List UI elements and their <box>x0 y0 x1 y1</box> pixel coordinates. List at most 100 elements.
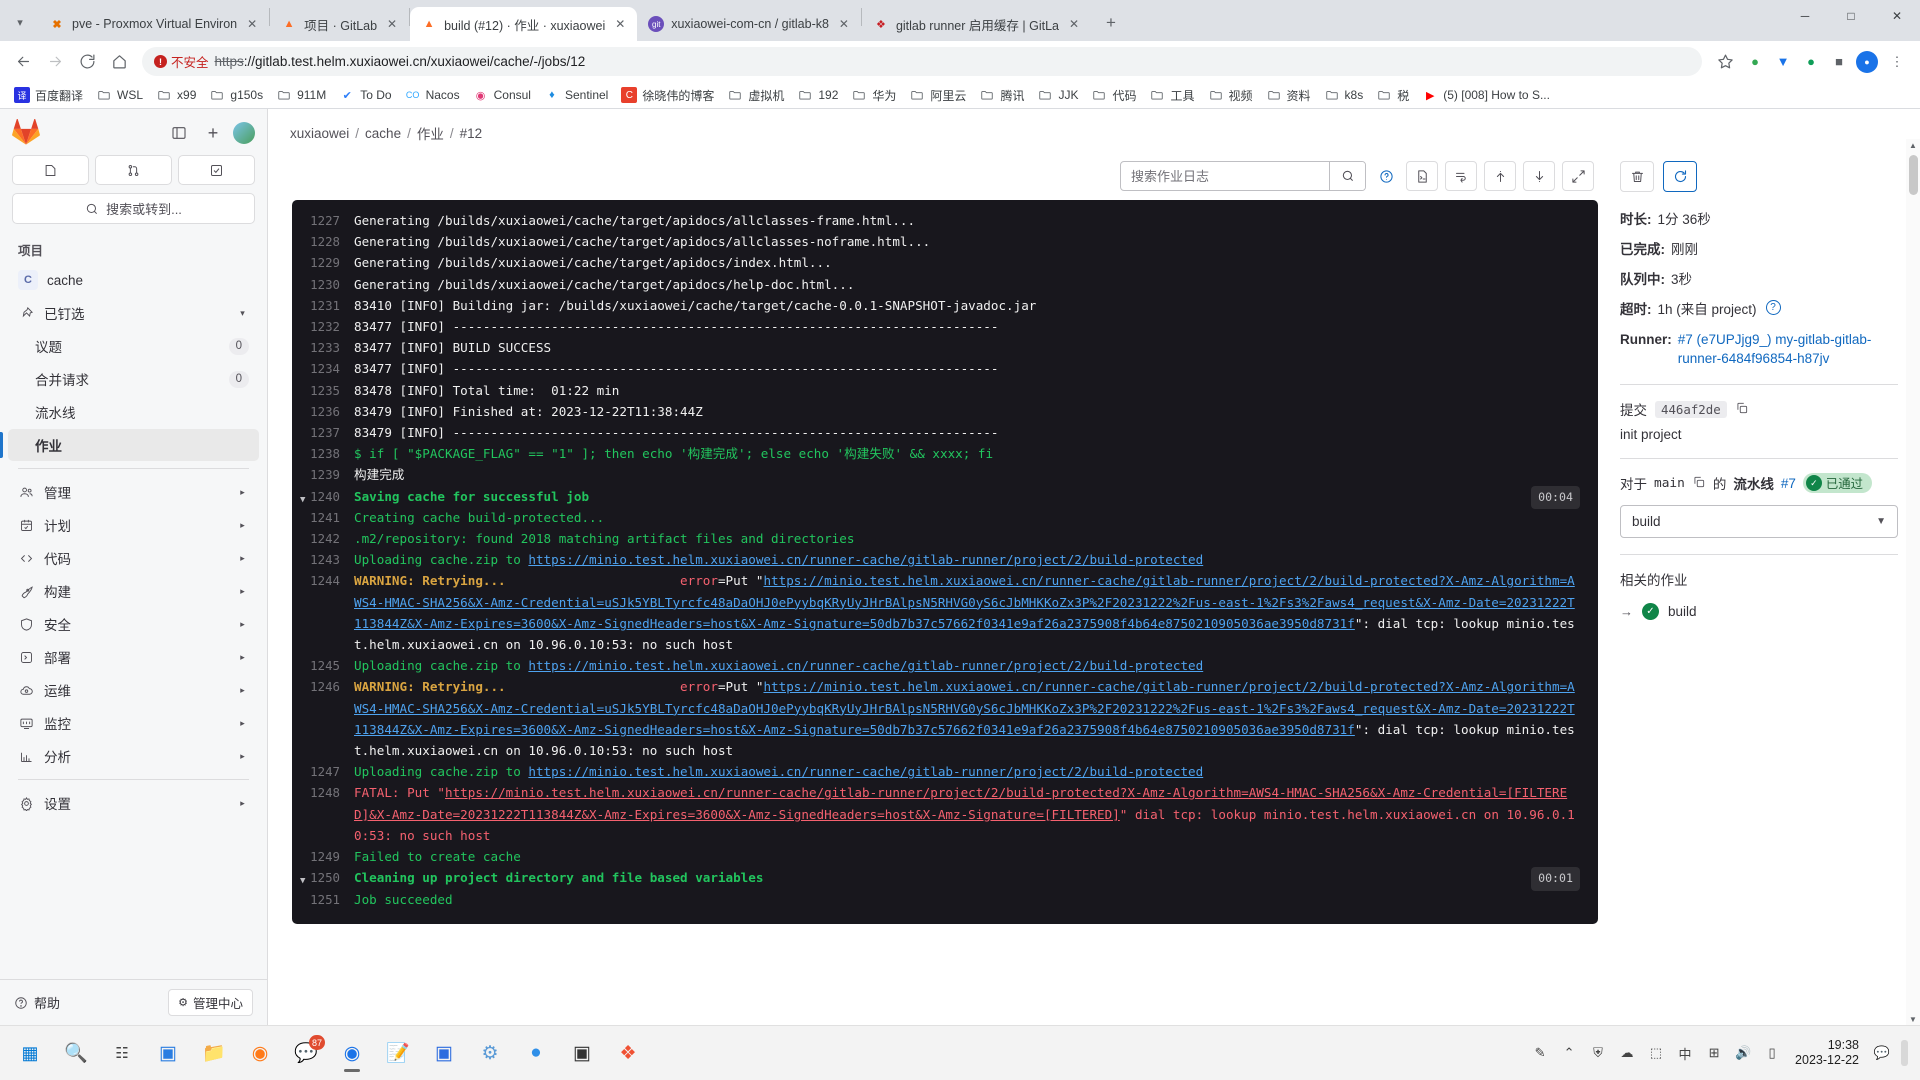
home-icon[interactable] <box>104 47 134 77</box>
pipeline-number-link[interactable]: #7 <box>1781 476 1796 491</box>
log-line-section[interactable]: ▼ 1240 Saving cache for successful job 0… <box>292 485 1598 509</box>
sidebar-item-operate[interactable]: 运维 ▸ <box>8 674 259 706</box>
breadcrumb-item-project[interactable]: cache <box>365 126 401 141</box>
bookmark-item[interactable]: 腾讯 <box>973 84 1030 107</box>
stage-select[interactable]: build ▼ <box>1620 505 1898 538</box>
browser-tab-3[interactable]: git xuxiaowei-com-cn / gitlab-k8 ✕ <box>637 7 861 41</box>
sidebar-item-code[interactable]: 代码 ▸ <box>8 542 259 574</box>
bookmark-item[interactable]: C 徐晓伟的博客 <box>615 84 720 107</box>
todos-quick-button[interactable] <box>178 155 255 185</box>
sidebar-item-issues[interactable]: 议题 0 <box>8 330 259 362</box>
browser-tab-1[interactable]: ▲ 项目 · GitLab ✕ <box>270 7 409 41</box>
search-input[interactable] <box>1121 162 1329 190</box>
create-new-icon[interactable]: + <box>199 119 227 147</box>
extensions-puzzle-icon[interactable]: ■ <box>1826 49 1852 75</box>
bookmark-item[interactable]: 税 <box>1370 84 1415 107</box>
bookmark-item[interactable]: WSL <box>90 84 149 106</box>
scroll-to-bottom-button[interactable] <box>1523 161 1555 191</box>
close-icon[interactable]: ✕ <box>244 16 260 32</box>
page-scrollbar[interactable]: ▲ ▼ <box>1906 139 1920 1025</box>
network-icon[interactable]: ⊞ <box>1704 1043 1724 1063</box>
shield-icon[interactable]: ⛨ <box>1588 1043 1608 1063</box>
idea-button[interactable]: ▣ <box>422 1031 466 1075</box>
search-button[interactable]: 🔍 <box>54 1031 98 1075</box>
bookmark-item[interactable]: 911M <box>270 84 332 106</box>
retry-job-button[interactable] <box>1663 161 1697 192</box>
bookmark-item[interactable]: k8s <box>1318 84 1370 106</box>
chrome-button[interactable]: ◉ <box>330 1031 374 1075</box>
address-bar[interactable]: ! 不安全 https://gitlab.test.helm.xuxiaowei… <box>142 47 1702 76</box>
copy-icon[interactable] <box>1735 401 1749 418</box>
bookmark-item[interactable]: ▶ (5) [008] How to S... <box>1416 84 1556 106</box>
sidebar-item-pinned[interactable]: 已钉选 ▾ <box>8 297 259 329</box>
sidebar-item-jobs[interactable]: 作业 <box>0 429 259 461</box>
close-icon[interactable]: ✕ <box>612 16 628 32</box>
browser-tab-2[interactable]: ▲ build (#12) · 作业 · xuxiaowei ✕ <box>410 7 638 41</box>
help-button[interactable]: 帮助 <box>14 993 60 1012</box>
copy-icon[interactable] <box>1692 475 1706 492</box>
sidebar-item-analyze[interactable]: 分析 ▸ <box>8 740 259 772</box>
admin-center-button[interactable]: ⚙ 管理中心 <box>168 989 253 1016</box>
wechat-button[interactable]: 💬 87 <box>284 1031 328 1075</box>
git-button[interactable]: ❖ <box>606 1031 650 1075</box>
sidebar-item-deploy[interactable]: 部署 ▸ <box>8 641 259 673</box>
back-arrow-icon[interactable] <box>8 47 38 77</box>
task-view-button[interactable]: ☷ <box>100 1031 144 1075</box>
related-job-item[interactable]: → ✓ build <box>1620 603 1898 620</box>
sidebar-search-button[interactable]: 搜索或转到... <box>12 193 255 224</box>
sidebar-item-monitor[interactable]: 监控 ▸ <box>8 707 259 739</box>
new-tab-button[interactable]: + <box>1097 9 1125 37</box>
cache-upload-link[interactable]: https://minio.test.helm.xuxiaowei.cn/run… <box>528 658 1203 673</box>
commit-sha[interactable]: 446af2de <box>1655 400 1727 418</box>
scrollbar-thumb[interactable] <box>1909 155 1918 195</box>
collapse-sidebar-icon[interactable] <box>165 119 193 147</box>
settings-button[interactable]: ⚙ <box>468 1031 512 1075</box>
scroll-up-arrow-icon[interactable]: ▲ <box>1907 139 1919 151</box>
gitlab-logo[interactable] <box>12 118 40 147</box>
taskbar-clock[interactable]: 19:38 2023-12-22 <box>1791 1038 1863 1068</box>
bookmark-item[interactable]: 192 <box>791 84 844 106</box>
sidebar-item-build[interactable]: 构建 ▸ <box>8 575 259 607</box>
help-button[interactable] <box>1373 161 1399 191</box>
close-icon[interactable]: ✕ <box>384 16 400 32</box>
breadcrumb-item-namespace[interactable]: xuxiaowei <box>290 126 349 141</box>
issues-quick-button[interactable] <box>12 155 89 185</box>
close-icon[interactable]: ✕ <box>1066 16 1082 32</box>
close-icon[interactable]: ✕ <box>836 16 852 32</box>
show-desktop-button[interactable] <box>1901 1040 1908 1066</box>
bookmark-item[interactable]: 译百度翻译 <box>8 84 89 107</box>
minimize-button[interactable]: ─ <box>1782 0 1828 32</box>
bookmark-item[interactable]: 代码 <box>1085 84 1142 107</box>
bookmark-item[interactable]: ✔ To Do <box>333 84 397 106</box>
search-submit-button[interactable] <box>1329 162 1365 190</box>
question-circle-icon[interactable]: ? <box>1765 300 1781 315</box>
battery-icon[interactable]: ▯ <box>1762 1043 1782 1063</box>
cache-upload-link[interactable]: https://minio.test.helm.xuxiaowei.cn/run… <box>528 552 1203 567</box>
monitor-icon[interactable]: ⬚ <box>1646 1043 1666 1063</box>
bookmark-item[interactable]: 工具 <box>1143 84 1200 107</box>
job-log-search[interactable] <box>1120 161 1366 191</box>
sidebar-item-merge-requests[interactable]: 合并请求 0 <box>8 363 259 395</box>
bookmark-item[interactable]: x99 <box>150 84 202 106</box>
browser-tab-0[interactable]: ✖ pve - Proxmox Virtual Environ ✕ <box>38 7 269 41</box>
bookmark-item[interactable]: 阿里云 <box>903 84 972 107</box>
job-log-output[interactable]: 1227 Generating /builds/xuxiaowei/cache/t… <box>292 200 1598 924</box>
bookmark-item[interactable]: 视频 <box>1202 84 1259 107</box>
bookmark-item[interactable]: CO Nacos <box>399 84 466 106</box>
close-window-button[interactable]: ✕ <box>1874 0 1920 32</box>
sidebar-item-plan[interactable]: 计划 ▸ <box>8 509 259 541</box>
bookmark-item[interactable]: ◉ Consul <box>467 84 537 106</box>
feishu-button[interactable]: ● <box>514 1031 558 1075</box>
sidebar-item-pipelines[interactable]: 流水线 <box>8 396 259 428</box>
pen-icon[interactable]: ✎ <box>1530 1043 1550 1063</box>
browser-menu-icon[interactable]: ⋮ <box>1882 47 1912 77</box>
bookmark-item[interactable]: ♦ Sentinel <box>538 84 614 106</box>
terminal-button[interactable]: ▣ <box>560 1031 604 1075</box>
cloud-icon[interactable]: ☁ <box>1617 1043 1637 1063</box>
sidebar-item-manage[interactable]: 管理 ▸ <box>8 476 259 508</box>
maximize-button[interactable]: □ <box>1828 0 1874 32</box>
start-button[interactable]: ▦ <box>8 1031 52 1075</box>
log-line-section[interactable]: ▼ 1250 Cleaning up project directory and… <box>292 867 1598 891</box>
runner-link[interactable]: #7 (e7UPJjg9_) my-gitlab-gitlab-runner-6… <box>1678 330 1898 368</box>
browser-tab-4[interactable]: ❖ gitlab runner 启用缓存 | GitLa ✕ <box>862 7 1091 41</box>
